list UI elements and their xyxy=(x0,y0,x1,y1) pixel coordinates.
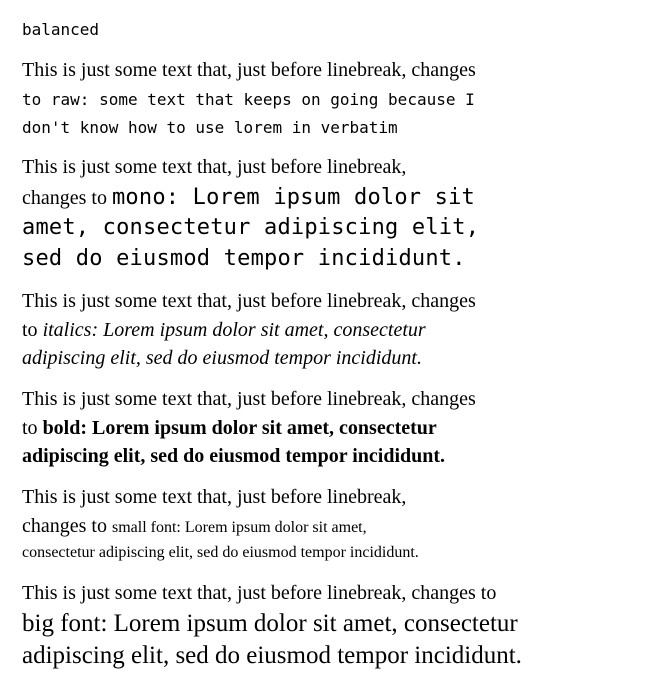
paragraph-line: This is just some text that, just before… xyxy=(22,290,476,312)
paragraph-line-mixed: to italics: Lorem ipsum dolor sit amet, … xyxy=(22,318,426,342)
heading-balanced: balanced xyxy=(22,20,100,39)
bold-text: adipiscing elit, sed do eiusmod tempor i… xyxy=(22,445,446,467)
bold-text: bold: Lorem ipsum dolor sit amet, consec… xyxy=(42,417,437,439)
paragraph-line-mixed: changes to small font: Lorem ipsum dolor… xyxy=(22,514,367,540)
small-text: small font: Lorem ipsum dolor sit amet, xyxy=(111,519,367,536)
mono-text: mono: Lorem ipsum dolor sit xyxy=(111,185,476,210)
lead-text: changes to xyxy=(22,515,112,537)
paragraph-line: This is just some text that, just before… xyxy=(22,388,476,410)
lead-text: to xyxy=(22,417,43,439)
mono-text: amet, consectetur adipiscing elit, xyxy=(22,215,480,240)
small-text: consectetur adipiscing elit, sed do eius… xyxy=(22,544,419,561)
italic-text: italics: Lorem ipsum dolor sit amet, con… xyxy=(42,319,426,341)
mono-text: sed do eiusmod tempor incididunt. xyxy=(22,246,466,271)
paragraph-line: This is just some text that, just before… xyxy=(22,582,497,604)
lead-text: changes to xyxy=(22,187,112,209)
paragraph-line: This is just some text that, just before… xyxy=(22,59,476,81)
italic-text: adipiscing elit, sed do eiusmod tempor i… xyxy=(22,347,422,369)
paragraph-line: This is just some text that, just before… xyxy=(22,156,407,178)
big-text: adipiscing elit, sed do eiusmod tempor i… xyxy=(22,642,522,669)
big-text: big font: Lorem ipsum dolor sit amet, co… xyxy=(22,610,518,637)
paragraph-line-mixed: changes to mono: Lorem ipsum dolor sit xyxy=(22,186,475,210)
lead-text: to xyxy=(22,319,43,341)
paragraph-line-raw: to raw: some text that keeps on going be… xyxy=(22,90,475,109)
paragraph-line-raw: don't know how to use lorem in verbatim xyxy=(22,118,398,137)
paragraph-line: This is just some text that, just before… xyxy=(22,486,407,508)
paragraph-line-mixed: to bold: Lorem ipsum dolor sit amet, con… xyxy=(22,416,437,440)
